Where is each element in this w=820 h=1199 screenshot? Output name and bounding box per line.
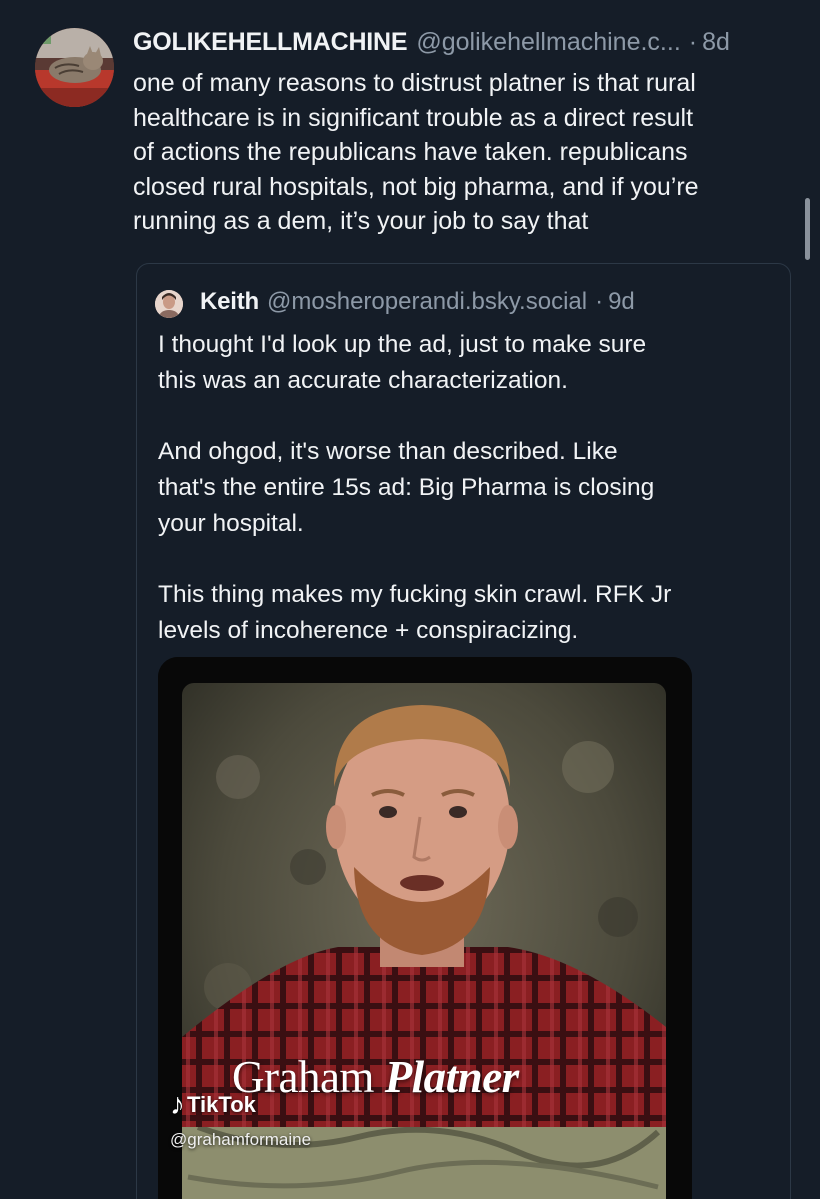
- quote-author-handle[interactable]: @mosheroperandi.bsky.social: [267, 287, 587, 317]
- tiktok-label: TikTok: [187, 1092, 256, 1117]
- video-title-overlay: Graham Platner: [232, 1051, 519, 1103]
- quote-timestamp[interactable]: 9d: [608, 287, 635, 317]
- author-handle[interactable]: @golikehellmachine.c...: [416, 27, 680, 57]
- tiktok-note-icon: ♪: [170, 1088, 185, 1121]
- author-avatar[interactable]: [35, 28, 114, 107]
- tiktok-creator-handle: @grahamformaine: [170, 1130, 312, 1149]
- video-embed[interactable]: Graham Platner ♪ TikTok @grahamformaine: [158, 657, 692, 1199]
- quote-author-avatar[interactable]: [155, 290, 183, 318]
- quote-author-display-name[interactable]: Keith: [200, 287, 259, 317]
- author-display-name[interactable]: GOLIKEHELLMACHINE: [133, 27, 408, 57]
- post-header: GOLIKEHELLMACHINE @golikehellmachine.c..…: [133, 27, 730, 57]
- feed-page: GOLIKEHELLMACHINE @golikehellmachine.c..…: [0, 0, 820, 1199]
- cat-avatar-icon: [35, 28, 114, 107]
- quoted-post[interactable]: Keith @mosheroperandi.bsky.social · 9d I…: [136, 263, 791, 1199]
- tiktok-watermark: ♪ TikTok: [170, 1087, 256, 1123]
- video-title-strong: Platner: [384, 1052, 520, 1102]
- separator-dot: ·: [595, 288, 604, 315]
- post-text: one of many reasons to distrust platner …: [133, 69, 699, 235]
- quote-text: I thought I'd look up the ad, just to ma…: [158, 331, 672, 644]
- quote-header: Keith @mosheroperandi.bsky.social · 9d: [200, 287, 635, 317]
- post-timestamp[interactable]: 8d: [702, 27, 730, 57]
- post[interactable]: GOLIKEHELLMACHINE @golikehellmachine.c..…: [0, 0, 820, 1199]
- separator-dot: ·: [688, 28, 698, 56]
- person-avatar-icon: [155, 290, 183, 318]
- scrollbar-thumb[interactable]: [805, 198, 810, 260]
